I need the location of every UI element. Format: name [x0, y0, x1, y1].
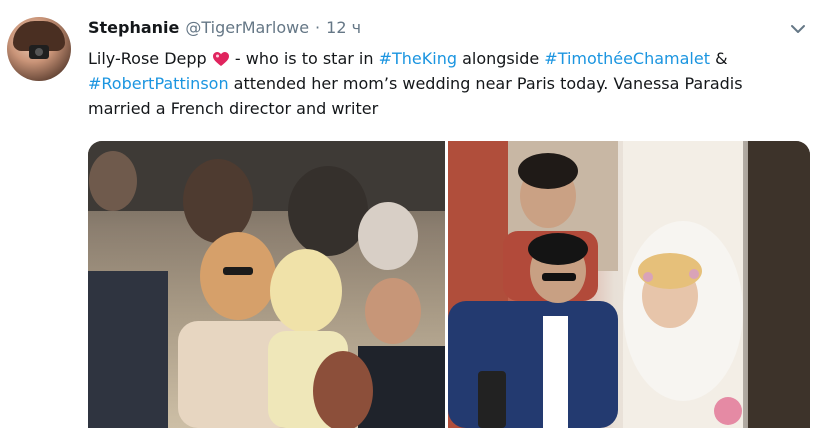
- tweet-text: Lily-Rose Depp - who is to star in #TheK…: [88, 46, 804, 121]
- tweet-text-segment: Lily-Rose Depp: [88, 49, 212, 68]
- author-handle[interactable]: @TigerMarlowe: [185, 18, 309, 37]
- photo-right[interactable]: [448, 141, 810, 428]
- chevron-down-icon[interactable]: [789, 22, 807, 36]
- hashtag-link[interactable]: #TheKing: [379, 49, 457, 68]
- avatar[interactable]: [7, 17, 71, 81]
- tweet[interactable]: Stephanie @TigerMarlowe · 12 ч Lily-Rose…: [0, 0, 814, 428]
- tweet-header: Stephanie @TigerMarlowe · 12 ч: [88, 18, 361, 40]
- photo-left[interactable]: [88, 141, 445, 428]
- separator-dot: ·: [315, 18, 321, 37]
- tweet-text-segment: alongside: [457, 49, 545, 68]
- author-name[interactable]: Stephanie: [88, 18, 179, 37]
- photo-left-illustration: [88, 141, 445, 428]
- hashtag-link[interactable]: #RobertPattinson: [88, 74, 229, 93]
- tweet-text-segment: - who is to star in: [229, 49, 379, 68]
- tweet-text-segment: &: [709, 49, 728, 68]
- camera-lens: [35, 48, 43, 56]
- timestamp[interactable]: 12 ч: [326, 18, 361, 37]
- photo-right-illustration: [448, 141, 810, 428]
- sparkling-heart-icon: [212, 52, 229, 66]
- tweet-media[interactable]: [88, 141, 810, 428]
- hashtag-link[interactable]: #TimothéeChamalet: [544, 49, 710, 68]
